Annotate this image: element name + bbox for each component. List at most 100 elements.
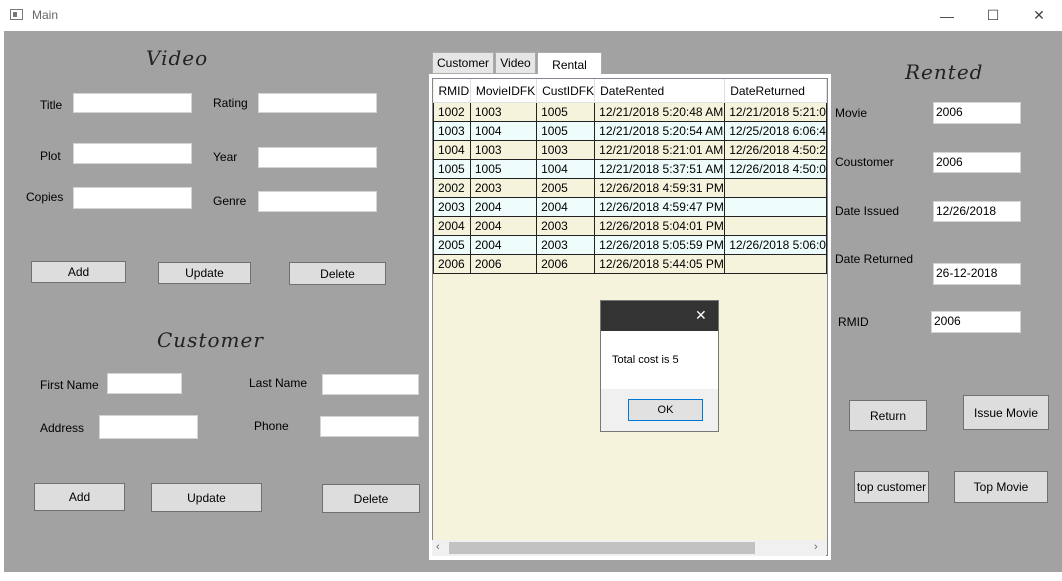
table-cell[interactable]: 2004 bbox=[433, 216, 471, 236]
table-cell[interactable]: 2003 bbox=[433, 197, 471, 217]
table-cell[interactable]: 1003 bbox=[469, 140, 538, 160]
table-cell[interactable]: 1005 bbox=[433, 159, 471, 179]
table-cell[interactable]: 2002 bbox=[433, 178, 471, 198]
customer-update-button[interactable]: Update bbox=[151, 483, 262, 512]
date-returned-input[interactable]: 26-12-2018 bbox=[933, 263, 1021, 285]
customer-id-input[interactable]: 2006 bbox=[933, 152, 1021, 173]
table-cell[interactable]: 12/21/2018 5:37:51 AM bbox=[594, 159, 726, 179]
table-row[interactable]: 1005 1005 1004 12/21/2018 5:37:51 AM 12/26/2… bbox=[433, 159, 827, 179]
genre-input[interactable] bbox=[258, 191, 377, 212]
table-row[interactable]: 2002 2003 2005 12/26/2018 4:59:31 PM bbox=[433, 178, 827, 198]
table-cell[interactable]: 12/26/2018 4:50:0 bbox=[724, 159, 827, 179]
table-cell[interactable]: 12/26/2018 5:04:01 PM bbox=[594, 216, 726, 236]
table-cell[interactable]: 1003 bbox=[433, 121, 471, 141]
customer-heading: Customer bbox=[157, 328, 264, 352]
video-update-button[interactable]: Update bbox=[158, 262, 251, 284]
table-row[interactable]: 1003 1004 1005 12/21/2018 5:20:54 AM 12/25/2… bbox=[433, 121, 827, 141]
tab-video[interactable]: Video bbox=[495, 52, 536, 74]
table-cell[interactable]: 12/26/2018 5:06:0 bbox=[724, 235, 827, 255]
table-cell[interactable] bbox=[724, 197, 827, 217]
table-cell[interactable]: 2004 bbox=[469, 235, 538, 255]
tab-customer[interactable]: Customer bbox=[432, 52, 494, 74]
title-input[interactable] bbox=[73, 93, 192, 113]
table-cell[interactable]: 12/21/2018 5:21:0 bbox=[724, 102, 827, 122]
table-row[interactable]: 2004 2004 2003 12/26/2018 5:04:01 PM bbox=[433, 216, 827, 236]
table-cell[interactable] bbox=[724, 216, 827, 236]
table-cell[interactable]: 12/26/2018 4:59:31 PM bbox=[594, 178, 726, 198]
first-name-input[interactable] bbox=[107, 373, 182, 394]
column-header-datereturned[interactable]: DateReturned bbox=[724, 79, 827, 103]
table-cell[interactable]: 1002 bbox=[433, 102, 471, 122]
table-row[interactable]: 2006 2006 2006 12/26/2018 5:44:05 PM bbox=[433, 254, 827, 274]
return-button[interactable]: Return bbox=[849, 400, 927, 431]
table-cell[interactable]: 1005 bbox=[536, 102, 596, 122]
plot-input[interactable] bbox=[73, 143, 192, 164]
table-cell[interactable]: 1004 bbox=[433, 140, 471, 160]
table-cell[interactable]: 2005 bbox=[433, 235, 471, 255]
table-cell[interactable]: 2004 bbox=[536, 197, 596, 217]
table-row[interactable]: 1002 1003 1005 12/21/2018 5:20:48 AM 12/21/2… bbox=[433, 102, 827, 122]
rmid-input[interactable]: 2006 bbox=[931, 311, 1021, 333]
dialog-close-icon[interactable]: ✕ bbox=[695, 307, 707, 324]
genre-label: Genre bbox=[213, 194, 247, 208]
table-cell[interactable]: 1003 bbox=[469, 102, 538, 122]
table-cell[interactable]: 2003 bbox=[536, 216, 596, 236]
column-header-movieidfk[interactable]: MovieIDFK bbox=[470, 79, 538, 103]
phone-input[interactable] bbox=[320, 416, 419, 437]
table-cell[interactable]: 2006 bbox=[433, 254, 471, 274]
table-cell[interactable]: 1003 bbox=[536, 140, 596, 160]
column-header-daterented[interactable]: DateRented bbox=[594, 79, 726, 103]
table-cell[interactable]: 12/26/2018 4:50:2 bbox=[724, 140, 827, 160]
address-input[interactable] bbox=[99, 415, 198, 439]
table-cell[interactable]: 2003 bbox=[469, 178, 538, 198]
phone-label: Phone bbox=[254, 419, 289, 433]
window-title: Main bbox=[32, 8, 59, 22]
last-name-input[interactable] bbox=[322, 374, 419, 395]
table-cell[interactable]: 2006 bbox=[536, 254, 596, 274]
table-cell[interactable] bbox=[724, 254, 827, 274]
top-customer-button[interactable]: top customer bbox=[854, 471, 929, 503]
table-cell[interactable]: 1004 bbox=[469, 121, 538, 141]
table-cell[interactable]: 12/26/2018 5:44:05 PM bbox=[594, 254, 726, 274]
movie-input[interactable]: 2006 bbox=[933, 102, 1021, 124]
tab-rental[interactable]: Rental bbox=[537, 52, 602, 76]
video-add-button[interactable]: Add bbox=[31, 261, 126, 283]
table-cell[interactable]: 12/25/2018 6:06:4 bbox=[724, 121, 827, 141]
video-delete-button[interactable]: Delete bbox=[289, 262, 386, 285]
table-row[interactable]: 2005 2004 2003 12/26/2018 5:05:59 PM 12/26/2… bbox=[433, 235, 827, 255]
rating-input[interactable] bbox=[258, 93, 377, 113]
table-cell[interactable]: 12/26/2018 5:05:59 PM bbox=[594, 235, 726, 255]
column-header-rmid[interactable]: RMID bbox=[433, 79, 471, 103]
table-cell[interactable]: 2006 bbox=[469, 254, 538, 274]
close-window-button[interactable]: ✕ bbox=[1016, 0, 1062, 31]
scroll-right-icon[interactable]: › bbox=[814, 541, 818, 553]
table-cell[interactable] bbox=[724, 178, 827, 198]
table-row[interactable]: 1004 1003 1003 12/21/2018 5:21:01 AM 12/26/2… bbox=[433, 140, 827, 160]
table-cell[interactable]: 12/21/2018 5:21:01 AM bbox=[594, 140, 726, 160]
customer-add-button[interactable]: Add bbox=[34, 483, 125, 511]
date-issued-input[interactable]: 12/26/2018 bbox=[933, 201, 1021, 222]
scroll-left-icon[interactable]: ‹ bbox=[436, 541, 440, 553]
issue-movie-button[interactable]: Issue Movie bbox=[963, 395, 1049, 430]
app-icon bbox=[10, 9, 23, 20]
table-cell[interactable]: 12/21/2018 5:20:54 AM bbox=[594, 121, 726, 141]
customer-delete-button[interactable]: Delete bbox=[322, 484, 420, 513]
table-cell[interactable]: 2005 bbox=[536, 178, 596, 198]
table-cell[interactable]: 12/26/2018 4:59:47 PM bbox=[594, 197, 726, 217]
ok-button[interactable]: OK bbox=[628, 399, 703, 421]
table-cell[interactable]: 1005 bbox=[469, 159, 538, 179]
maximize-button[interactable]: ☐ bbox=[970, 0, 1016, 31]
year-input[interactable] bbox=[258, 147, 377, 168]
table-cell[interactable]: 2004 bbox=[469, 216, 538, 236]
minimize-button[interactable]: — bbox=[924, 0, 970, 31]
table-cell[interactable]: 1004 bbox=[536, 159, 596, 179]
table-cell[interactable]: 2003 bbox=[536, 235, 596, 255]
top-movie-button[interactable]: Top Movie bbox=[954, 471, 1048, 503]
column-header-custidfk[interactable]: CustIDFK bbox=[536, 79, 596, 103]
table-row[interactable]: 2003 2004 2004 12/26/2018 4:59:47 PM bbox=[433, 197, 827, 217]
copies-input[interactable] bbox=[73, 187, 192, 209]
table-cell[interactable]: 12/21/2018 5:20:48 AM bbox=[594, 102, 726, 122]
table-cell[interactable]: 1005 bbox=[536, 121, 596, 141]
table-cell[interactable]: 2004 bbox=[469, 197, 538, 217]
scrollbar-thumb[interactable] bbox=[449, 542, 755, 554]
